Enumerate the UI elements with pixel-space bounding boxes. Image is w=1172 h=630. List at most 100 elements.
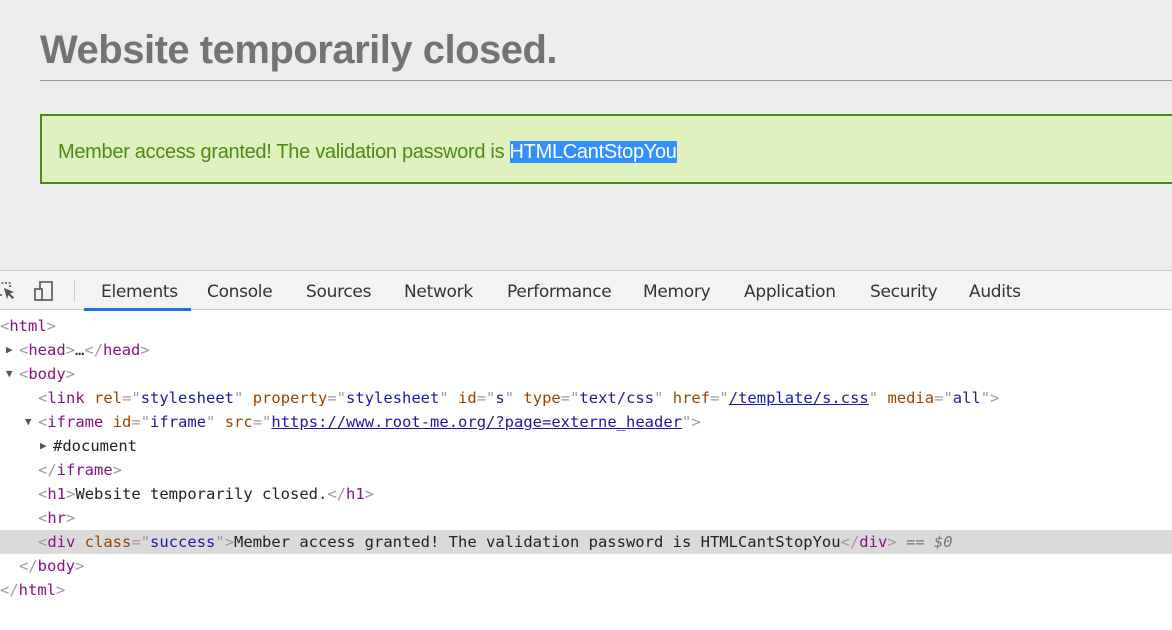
dom-node-line[interactable]: ▶ #document — [0, 434, 1172, 458]
bracket: </ — [840, 533, 860, 551]
bracket: > — [56, 581, 66, 599]
dom-node-line[interactable]: <link rel="stylesheet" property="stylesh… — [0, 386, 1172, 410]
dom-node-line[interactable]: ▼ <body> — [0, 362, 1172, 386]
devtools-toolbar: Elements Console Sources Network Performance… — [0, 270, 1172, 311]
horizontal-rule — [40, 80, 1172, 81]
bracket: > — [66, 509, 76, 527]
tag-name: head — [28, 341, 66, 359]
attribute-name: media — [887, 389, 935, 407]
dom-node-line[interactable]: ▶ <head>…</head> — [0, 338, 1172, 362]
tag-name: head — [103, 341, 141, 359]
dom-node-line[interactable]: </body> — [0, 554, 1172, 578]
success-text: Member access granted! The validation pa… — [58, 141, 510, 163]
tag-name: iframe — [47, 413, 104, 431]
dom-node-line[interactable]: <h1>Website temporarily closed.</h1> — [0, 482, 1172, 506]
bracket: =" — [131, 413, 151, 431]
text-node — [215, 413, 224, 431]
attribute-name: class — [84, 533, 132, 551]
expand-triangle-icon[interactable]: ▶ — [40, 434, 47, 458]
collapse-triangle-icon[interactable]: ▼ — [25, 410, 32, 434]
bracket: > — [65, 365, 76, 383]
attribute-value: stylesheet — [346, 389, 440, 407]
page-heading: Website temporarily closed. — [40, 28, 558, 72]
text-node: Website temporarily closed. — [75, 485, 328, 503]
device-toolbar-icon[interactable] — [33, 280, 55, 302]
dom-node-line[interactable]: <div class="success">Member access grant… — [0, 530, 1172, 554]
dom-tree: <html> ▶ <head>…</head> ▼ <body> <link rel="s… — [0, 314, 1172, 602]
bracket: </ — [19, 557, 38, 575]
dom-node-content: <html> — [0, 317, 56, 335]
dom-node-line[interactable]: </iframe> — [0, 458, 1172, 482]
tab-application[interactable]: Application — [727, 271, 853, 311]
attribute-value: s — [495, 389, 505, 407]
bracket: =" — [560, 389, 580, 407]
text-node — [103, 413, 112, 431]
tab-elements[interactable]: Elements — [84, 271, 191, 311]
dom-node-line[interactable]: <html> — [0, 314, 1172, 338]
attribute-link[interactable]: /template/s.css — [729, 389, 869, 407]
bracket: < — [38, 509, 48, 527]
attribute-value: iframe — [150, 413, 207, 431]
tag-name: html — [9, 317, 47, 335]
attribute-value: all — [952, 389, 981, 407]
bracket: "> — [215, 533, 235, 551]
bracket: "> — [682, 413, 701, 431]
dom-node-content: <link rel="stylesheet" property="stylesh… — [0, 389, 999, 407]
bracket: =" — [252, 413, 272, 431]
bracket: "> — [980, 389, 1000, 407]
tag-name: hr — [47, 509, 67, 527]
dom-node-line[interactable]: </html> — [0, 578, 1172, 602]
tag-name: div — [47, 533, 76, 551]
bracket: < — [38, 389, 48, 407]
tab-console[interactable]: Console — [190, 271, 289, 311]
tab-performance[interactable]: Performance — [490, 271, 628, 311]
bracket: </ — [327, 485, 346, 503]
bracket: " — [439, 389, 449, 407]
bracket: " — [206, 413, 216, 431]
text-node — [85, 389, 94, 407]
tag-name: body — [28, 365, 66, 383]
expand-triangle-icon[interactable]: ▶ — [6, 338, 13, 362]
bracket: < — [19, 365, 29, 383]
tag-name: div — [859, 533, 888, 551]
attribute-name: property — [252, 389, 328, 407]
bracket: < — [38, 413, 48, 431]
attribute-name: type — [523, 389, 561, 407]
bracket: > — [66, 485, 76, 503]
tab-memory[interactable]: Memory — [626, 271, 727, 311]
bracket: =" — [122, 389, 141, 407]
success-message: Member access granted! The validation pa… — [58, 141, 677, 164]
dom-node-line[interactable]: <hr> — [0, 506, 1172, 530]
toolbar-divider — [74, 280, 75, 302]
tag-name: link — [47, 389, 85, 407]
attribute-link[interactable]: https://www.root-me.org/?page=externe_he… — [271, 413, 682, 431]
dom-node-content: <iframe id="iframe" src="https://www.roo… — [0, 413, 701, 431]
collapse-triangle-icon[interactable]: ▼ — [6, 362, 13, 386]
selected-password[interactable]: HTMLCantStopYou — [509, 141, 677, 163]
tab-security[interactable]: Security — [853, 271, 954, 311]
inspect-element-icon[interactable] — [0, 280, 18, 302]
bracket: < — [38, 533, 48, 551]
tag-name: body — [37, 557, 75, 575]
dom-node-content: <head>…</head> — [0, 341, 150, 359]
attribute-name: id — [458, 389, 477, 407]
bracket: =" — [934, 389, 953, 407]
tab-audits[interactable]: Audits — [952, 271, 1038, 311]
bracket: </ — [84, 341, 104, 359]
attribute-name: rel — [94, 389, 123, 407]
tab-network[interactable]: Network — [387, 271, 490, 311]
bracket: > — [75, 557, 85, 575]
tag-name: h1 — [346, 485, 365, 503]
tab-sources[interactable]: Sources — [289, 271, 388, 311]
bracket: > — [887, 533, 897, 551]
bracket: </ — [38, 461, 57, 479]
text-node: … — [75, 341, 85, 359]
attribute-name: href — [672, 389, 711, 407]
text-node — [243, 389, 252, 407]
dom-node-content: <h1>Website temporarily closed.</h1> — [0, 485, 374, 503]
dom-node-content: </html> — [0, 581, 65, 599]
bracket: > — [140, 341, 150, 359]
attribute-value: success — [150, 533, 216, 551]
dom-node-line[interactable]: ▼ <iframe id="iframe" src="https://www.ro… — [0, 410, 1172, 434]
attribute-name: src — [224, 413, 253, 431]
